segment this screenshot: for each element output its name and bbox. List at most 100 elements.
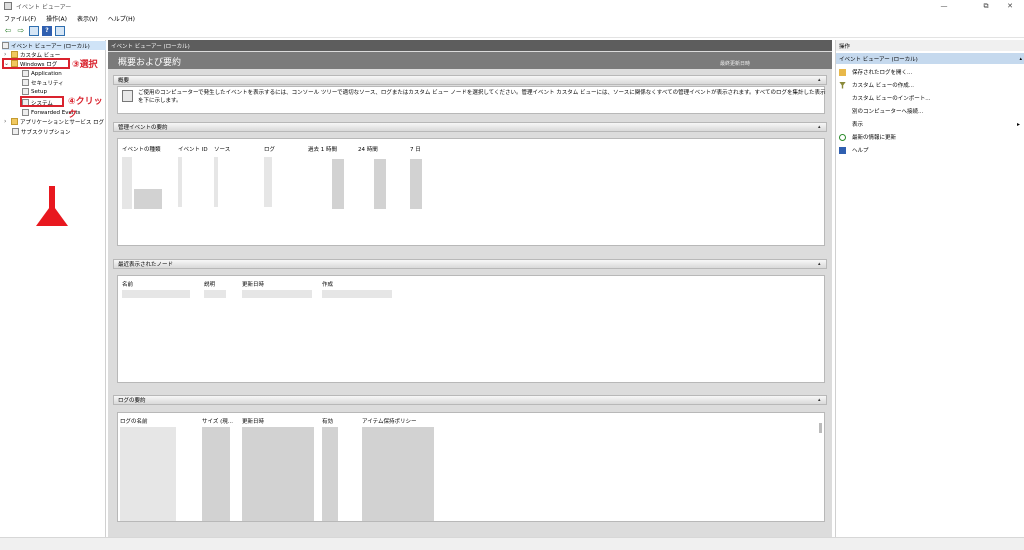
action-label: カスタム ビューのインポート...	[852, 96, 931, 102]
minimize-button[interactable]: —	[930, 0, 958, 12]
blank-icon	[839, 108, 846, 115]
annotation-step4: ④クリック	[68, 97, 103, 120]
tree-node-setup[interactable]: Setup	[22, 87, 47, 96]
submenu-arrow-icon: ▸	[1017, 120, 1021, 128]
log-icon	[22, 79, 29, 86]
overview-section-header[interactable]: 概要 ▴	[113, 75, 827, 85]
help-icon[interactable]: ?	[42, 25, 52, 36]
blurred-content	[120, 427, 176, 521]
admin-events-section-header[interactable]: 管理イベントの要約 ▴	[113, 122, 827, 132]
subscription-icon	[12, 128, 19, 135]
forward-arrow-icon[interactable]: ⇨	[16, 26, 26, 36]
blurred-content	[122, 157, 132, 209]
menu-view[interactable]: 表示(V)	[77, 14, 98, 23]
console-tree: イベント ビューアー (ローカル) › カスタム ビュー ⌄ Windows ロ…	[2, 40, 106, 537]
admin-events-table: イベントの種類 イベント ID ソース ログ 過去 1 時間 24 時間 7 日	[117, 138, 825, 246]
action-refresh[interactable]: 最新の情報に更新	[839, 132, 896, 142]
log-icon	[22, 70, 29, 77]
collapse-icon[interactable]: ▴	[818, 261, 824, 267]
action-label: 表示	[852, 122, 864, 128]
menu-action[interactable]: 操作(A)	[46, 14, 67, 23]
action-open-saved-log[interactable]: 保存されたログを開く...	[839, 67, 912, 77]
folder-icon	[11, 118, 18, 125]
action-label: カスタム ビューの作成...	[852, 83, 914, 89]
highlight-box-system	[20, 96, 64, 107]
tree-label: Application	[31, 70, 62, 77]
tree-root-node[interactable]: イベント ビューアー (ローカル)	[2, 41, 106, 50]
blurred-content	[322, 290, 392, 298]
column-header[interactable]: アイテム保持ポリシー	[362, 417, 416, 425]
folder-open-icon	[839, 68, 846, 76]
help-icon	[839, 146, 846, 154]
expand-icon[interactable]: ›	[4, 118, 10, 125]
section-title: 管理イベントの要約	[118, 125, 168, 131]
blurred-content	[322, 427, 338, 521]
column-header[interactable]: 有効	[322, 417, 333, 425]
toolbar: ⇦ ⇨ ?	[0, 24, 1024, 38]
close-button[interactable]: ✕	[996, 0, 1024, 12]
action-help[interactable]: ヘルプ	[839, 145, 869, 155]
column-header[interactable]: イベント ID	[178, 145, 208, 153]
column-header[interactable]: 24 時間	[358, 145, 378, 153]
blurred-content	[134, 189, 162, 209]
column-header[interactable]: 過去 1 時間	[308, 145, 337, 153]
blurred-content	[122, 290, 190, 298]
tree-label: サブスクリプション	[21, 129, 71, 136]
back-arrow-icon[interactable]: ⇦	[3, 26, 13, 36]
log-summary-section-header[interactable]: ログの要約 ▴	[113, 395, 827, 405]
summary-banner: 概要および要約 最終更新日時	[108, 52, 832, 69]
column-header[interactable]: 名前	[122, 280, 133, 288]
column-header[interactable]: イベントの種類	[122, 145, 161, 153]
section-title: 概要	[118, 78, 130, 84]
column-header[interactable]: ログ	[264, 145, 275, 153]
blurred-content	[204, 290, 226, 298]
column-header[interactable]: 説明	[204, 280, 215, 288]
action-label: 保存されたログを開く...	[852, 70, 913, 76]
menu-bar: ファイル(F) 操作(A) 表示(V) ヘルプ(H)	[0, 12, 1024, 24]
column-header[interactable]: 更新日時	[242, 280, 264, 288]
action-create-custom-view[interactable]: カスタム ビューの作成...	[839, 80, 914, 90]
tree-node-application[interactable]: Application	[22, 69, 62, 78]
action-label: ヘルプ	[852, 148, 869, 154]
column-header[interactable]: ソース	[214, 145, 230, 153]
blurred-content	[332, 159, 344, 209]
collapse-icon[interactable]: ▴	[818, 397, 824, 403]
column-header[interactable]: 作成	[322, 280, 333, 288]
column-header[interactable]: サイズ (現...	[202, 417, 233, 425]
blurred-content	[410, 159, 422, 209]
refresh-icon	[839, 133, 846, 141]
collapse-icon[interactable]: ▴	[818, 77, 824, 83]
vertical-scrollbar[interactable]	[819, 423, 822, 433]
actions-section-header[interactable]: イベント ビューアー (ローカル) ▴	[836, 53, 1024, 64]
collapse-icon[interactable]: ▴	[1019, 56, 1022, 62]
event-viewer-icon	[2, 42, 9, 49]
show-hide-action-pane-icon[interactable]	[55, 25, 65, 36]
recent-nodes-section-header[interactable]: 最近表示されたノード ▴	[113, 259, 827, 269]
summary-title: 概要および要約	[118, 58, 182, 68]
action-connect-another-computer[interactable]: 別のコンピューターへ接続...	[839, 106, 923, 116]
overview-info-icon	[122, 90, 133, 102]
column-header[interactable]: ログの名前	[120, 417, 148, 425]
tree-node-subscriptions[interactable]: サブスクリプション	[12, 127, 71, 136]
log-icon	[22, 109, 29, 116]
blurred-content	[242, 427, 314, 521]
center-pane: イベント ビューアー (ローカル) 概要および要約 最終更新日時 概要 ▴ ご使…	[108, 40, 832, 537]
column-header[interactable]: 7 日	[410, 145, 421, 153]
title-bar: イベント ビューアー	[0, 0, 1024, 12]
menu-file[interactable]: ファイル(F)	[4, 14, 36, 23]
tree-node-security[interactable]: セキュリティ	[22, 78, 64, 87]
blurred-content	[214, 157, 218, 207]
column-header[interactable]: 更新日時	[242, 417, 264, 425]
recent-nodes-table: 名前 説明 更新日時 作成	[117, 275, 825, 383]
blurred-content	[264, 157, 272, 207]
collapse-icon[interactable]: ▴	[818, 124, 824, 130]
blurred-content	[362, 427, 434, 521]
expand-icon[interactable]: ›	[4, 51, 10, 58]
show-hide-tree-icon[interactable]	[29, 25, 39, 36]
action-import-custom-view[interactable]: カスタム ビューのインポート...	[839, 93, 931, 103]
status-bar	[0, 537, 1024, 550]
menu-help[interactable]: ヘルプ(H)	[108, 14, 135, 23]
action-view[interactable]: 表示 ▸	[839, 119, 1020, 129]
blank-icon	[839, 121, 846, 128]
log-summary-table: ログの名前 サイズ (現... 更新日時 有効 アイテム保持ポリシー	[117, 412, 825, 522]
